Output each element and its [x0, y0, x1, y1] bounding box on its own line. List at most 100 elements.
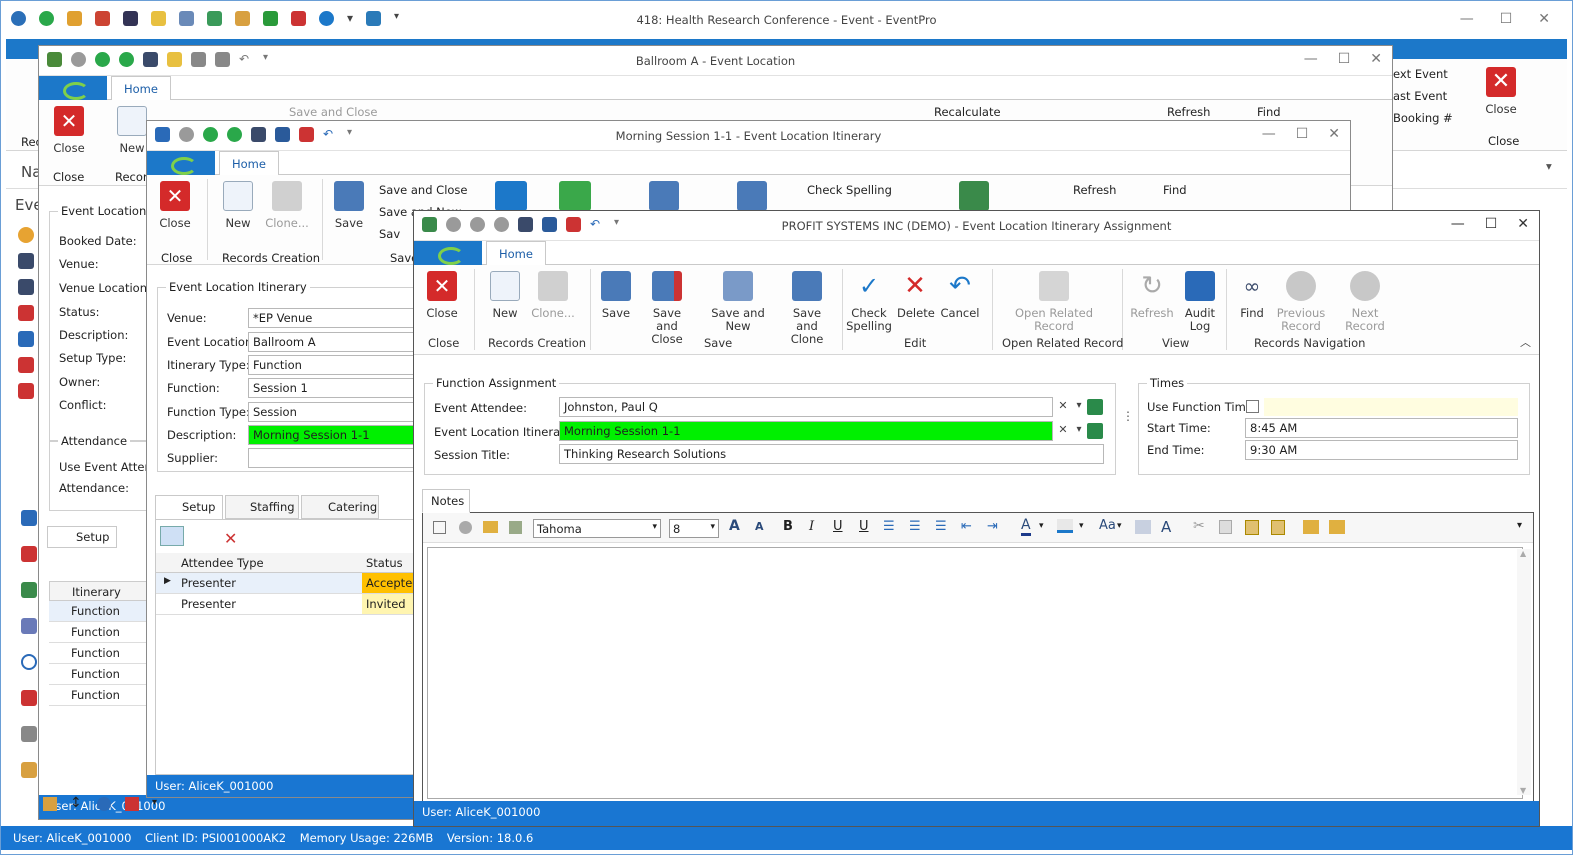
- lookup-icon[interactable]: [1087, 423, 1103, 439]
- font-color-icon[interactable]: A: [1021, 518, 1031, 536]
- tab-home[interactable]: Home: [219, 151, 279, 176]
- add-attendee-icon[interactable]: [559, 181, 591, 211]
- new-button[interactable]: New: [222, 181, 254, 230]
- delete-icon[interactable]: ✕: [224, 529, 237, 548]
- clear-icon[interactable]: ✕: [1054, 397, 1072, 417]
- chart-icon[interactable]: [125, 797, 139, 811]
- bold-icon[interactable]: B: [783, 519, 793, 534]
- refresh-button[interactable]: Refresh: [1167, 105, 1210, 119]
- multilevel-list-icon[interactable]: ☰: [935, 519, 947, 534]
- lookup-icon[interactable]: [1087, 399, 1103, 415]
- table-row[interactable]: Function: [49, 664, 149, 685]
- settings-icon[interactable]: [43, 797, 57, 811]
- file-tab[interactable]: [147, 151, 215, 175]
- increase-indent-icon[interactable]: ⇥: [987, 519, 998, 534]
- clear-icon[interactable]: ✕: [1054, 421, 1072, 441]
- insert-object-icon[interactable]: [1329, 520, 1345, 534]
- refresh-button[interactable]: ↻ Refresh: [1130, 271, 1174, 320]
- new-document-icon[interactable]: [433, 521, 446, 534]
- chevron-down-icon[interactable]: ▾: [1117, 521, 1122, 531]
- chevron-down-icon[interactable]: ▾: [1039, 521, 1044, 531]
- description-field[interactable]: Morning Session 1-1: [248, 425, 418, 445]
- document-icon[interactable]: [18, 331, 34, 347]
- table-row[interactable]: Function: [49, 685, 149, 706]
- documents-icon[interactable]: [649, 181, 679, 211]
- pin-icon[interactable]: [21, 546, 37, 562]
- maximize-icon[interactable]: ☐: [1485, 216, 1498, 232]
- minimize-icon[interactable]: —: [1304, 51, 1318, 67]
- function-type-field[interactable]: Session: [248, 402, 418, 422]
- tab-staffing[interactable]: Staffing: [225, 495, 299, 519]
- cut-icon[interactable]: ✂: [1193, 518, 1205, 534]
- recalculate-button[interactable]: Recalculate: [934, 105, 1001, 119]
- find-button[interactable]: ∞ Find: [1236, 271, 1268, 320]
- open-folder-icon[interactable]: [483, 521, 498, 533]
- font-icon[interactable]: A: [1161, 518, 1171, 536]
- close-icon[interactable]: ✕: [1517, 216, 1529, 232]
- paste-special-icon[interactable]: [1271, 520, 1285, 535]
- tab-setup[interactable]: Setup: [47, 526, 117, 548]
- venue-field[interactable]: *EP Venue: [248, 308, 418, 328]
- chevron-down-icon[interactable]: ▾: [1079, 521, 1084, 531]
- highlight-icon[interactable]: [1057, 519, 1073, 533]
- numbering-icon[interactable]: ☰: [909, 519, 921, 534]
- table-row[interactable]: Function: [49, 622, 149, 643]
- use-function-times-checkbox[interactable]: [1246, 400, 1259, 413]
- grid-header[interactable]: Itinerary Type: [49, 581, 149, 613]
- file-tab[interactable]: [414, 241, 482, 265]
- close-button[interactable]: ✕ Close: [426, 271, 458, 320]
- clock-icon[interactable]: [18, 227, 34, 243]
- font-select[interactable]: Tahoma ▾: [533, 519, 661, 538]
- tab-notes[interactable]: Notes: [422, 489, 470, 513]
- tab-home[interactable]: Home: [111, 76, 171, 101]
- save-button[interactable]: Save: [333, 181, 365, 230]
- close-icon[interactable]: ✕: [1370, 51, 1382, 67]
- find-button[interactable]: Find: [1257, 105, 1281, 119]
- open-related-record-button[interactable]: Open Related Record: [1014, 271, 1094, 333]
- scroll-down-icon[interactable]: ▼: [1520, 786, 1526, 795]
- minimize-icon[interactable]: —: [1262, 126, 1276, 142]
- chevron-down-icon[interactable]: ▾: [152, 797, 157, 808]
- save-button[interactable]: Save: [600, 271, 632, 320]
- file-tab[interactable]: [39, 76, 107, 100]
- italic-icon[interactable]: I: [809, 519, 814, 534]
- paste-icon[interactable]: [1245, 520, 1259, 535]
- table-row[interactable]: Function: [49, 643, 149, 664]
- save-clone-button[interactable]: Sav: [379, 227, 400, 241]
- table-row[interactable]: Presenter Invited: [156, 594, 456, 615]
- underline-icon[interactable]: U: [833, 519, 843, 534]
- audit-log-button[interactable]: Audit Log: [1182, 271, 1218, 333]
- grow-font-icon[interactable]: A: [729, 518, 740, 534]
- new-button[interactable]: New: [117, 106, 147, 155]
- maximize-icon[interactable]: ☐: [1500, 11, 1513, 27]
- report-icon[interactable]: [21, 618, 37, 634]
- main-close-button[interactable]: ✕ Close: [1481, 67, 1521, 116]
- save-and-clone-button[interactable]: Save and Clone: [782, 271, 832, 346]
- preview-icon[interactable]: [459, 521, 472, 534]
- change-case-icon[interactable]: Aa: [1099, 518, 1116, 533]
- notes-editor[interactable]: [427, 547, 1523, 799]
- maximize-icon[interactable]: ☐: [1338, 51, 1351, 67]
- notes-scrollbar[interactable]: ▲ ▼: [1517, 549, 1531, 795]
- next-event-button[interactable]: ext Event: [1393, 67, 1448, 81]
- clone-button[interactable]: Clone...: [530, 271, 576, 320]
- delete-button[interactable]: ✕ Delete: [897, 271, 935, 320]
- pin-icon[interactable]: [18, 305, 34, 321]
- status-header[interactable]: Status: [366, 556, 403, 570]
- save-close-button[interactable]: Save and Close: [289, 105, 378, 119]
- insert-image-icon[interactable]: [1303, 520, 1319, 534]
- shrink-font-icon[interactable]: A: [755, 520, 764, 533]
- new-button[interactable]: New: [489, 271, 521, 320]
- collapse-ribbon-icon[interactable]: ︿: [1520, 334, 1531, 350]
- edit-icon[interactable]: [509, 521, 522, 534]
- report-icon[interactable]: [959, 181, 989, 211]
- booking-button[interactable]: Booking #: [1393, 111, 1453, 125]
- sort-icon[interactable]: ↕: [70, 795, 82, 811]
- itinerary-field[interactable]: Morning Session 1-1: [559, 421, 1053, 441]
- double-underline-icon[interactable]: U: [859, 519, 869, 534]
- clear-formatting-icon[interactable]: [1135, 520, 1151, 534]
- select-icon[interactable]: [160, 526, 184, 546]
- session-title-field[interactable]: Thinking Research Solutions: [559, 444, 1104, 464]
- chat-icon[interactable]: [21, 654, 37, 670]
- find-button[interactable]: Find: [1163, 183, 1187, 197]
